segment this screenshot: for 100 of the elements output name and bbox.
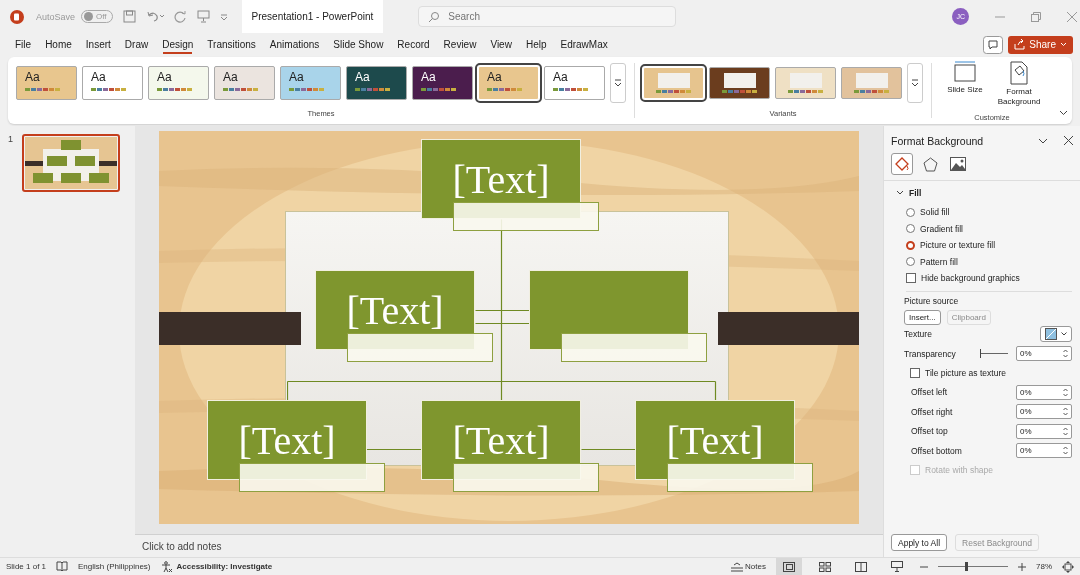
spinner-arrows-icon [1063,349,1068,359]
spin-field[interactable]: 0% [1016,346,1072,362]
slide-size-icon [953,61,977,83]
comment-icon[interactable] [983,35,1004,54]
ribbon-tab[interactable]: Slide Show [326,34,391,55]
notes-placeholder[interactable]: Click to add notes [142,540,222,552]
autosave-label: AutoSave [36,11,76,22]
notes-button[interactable]: Notes [731,561,766,572]
chevron-icon [896,190,904,196]
expand-gallery-icon [911,79,919,87]
save-icon[interactable] [122,10,136,23]
spin-field[interactable]: 0% [1016,423,1072,439]
slide-thumbnail[interactable] [22,134,120,192]
notes-icon [731,561,744,572]
spinner-arrows-icon [1063,407,1068,417]
variant-thumbnail[interactable] [841,67,902,99]
close-icon[interactable] [1064,136,1073,145]
expand-gallery-icon [614,79,622,87]
field-label: Picture source [904,295,960,306]
fit-slide-icon[interactable] [1062,560,1074,573]
ribbon-button[interactable]: Format Background [994,61,1044,107]
book-check-icon[interactable] [56,561,69,572]
grid-icon [819,561,831,572]
theme-thumbnail[interactable]: Aa [16,66,77,100]
view-button[interactable] [776,558,802,575]
option-label: Tile picture as texture [925,368,1006,378]
fill-section-header[interactable]: Fill [896,188,922,198]
theme-thumbnail[interactable]: Aa [478,66,539,100]
connector-line [364,448,422,450]
zoom-level[interactable]: 78% [1036,562,1052,571]
radio-button[interactable] [906,224,915,234]
more-button[interactable] [610,63,626,103]
accessibility-icon[interactable] [160,560,173,573]
paint-bucket-icon [894,156,910,172]
pane-tab[interactable] [891,153,913,175]
zoom-in-button[interactable] [1018,562,1026,571]
texture-dropdown[interactable] [1040,326,1072,343]
theme-thumbnail[interactable]: Aa [82,66,143,100]
insert-button[interactable]: Insert... [904,309,941,325]
ribbon-tab[interactable]: Help [518,34,554,55]
ribbon-tab[interactable]: Review [436,34,484,55]
collapse-icon[interactable] [1059,110,1068,116]
more-button[interactable] [907,63,923,103]
slide-number: 1 [8,134,13,146]
variant-thumbnail[interactable] [709,67,770,99]
undo-icon[interactable] [145,10,164,23]
spinner-arrows-icon [1063,387,1068,397]
spinner-arrows-icon [1063,446,1068,456]
theme-thumbnail[interactable]: Aa [346,66,407,100]
theme-thumbnail[interactable]: Aa [214,66,275,100]
language-label[interactable]: English (Philippines) [78,562,151,571]
radio-button[interactable] [906,207,915,217]
theme-thumbnail[interactable]: Aa [544,66,605,100]
option-label: Hide background graphics [921,273,1020,284]
ribbon-tab[interactable]: Record [390,34,437,55]
search-field[interactable]: Search [418,6,677,27]
field-label: Transparency [904,348,957,359]
variant-thumbnail[interactable] [775,67,836,99]
caret-icon [1060,42,1067,47]
ribbon-tab[interactable]: Home [38,34,79,55]
texture-icon [1045,328,1057,341]
radio-button[interactable] [906,240,915,250]
pane-title: Format Background [891,134,985,147]
theme-thumbnail[interactable]: Aa [412,66,473,100]
ribbon-tab[interactable]: View [483,34,519,55]
spinner-arrows-icon [1063,426,1068,436]
accessibility-status[interactable]: Accessibility: Investigate [176,562,273,571]
option-label: Pattern fill [920,256,958,267]
format-background-icon [1008,61,1030,85]
apply-to-all-button[interactable]: Apply to All [891,534,948,551]
field-label: Offset left [911,387,949,398]
ribbon-tab[interactable]: File [8,34,39,55]
theme-thumbnail[interactable]: Aa [280,66,341,100]
option-label: Solid fill [920,207,950,218]
checkbox[interactable] [910,368,920,378]
checkbox[interactable] [906,273,916,284]
ribbon-tab[interactable]: Animations [262,34,327,55]
chevron-icon[interactable] [1038,137,1048,144]
theme-thumbnail[interactable]: Aa [148,66,209,100]
spin-field[interactable]: 0% [1016,384,1072,400]
option-label: Gradient fill [920,223,963,234]
redo-icon[interactable] [173,10,187,23]
zoom-slider-thumb[interactable] [964,562,968,571]
ribbon-tab[interactable]: Insert [78,34,118,55]
option-label: Picture or texture fill [920,240,996,251]
caret-icon[interactable] [219,12,228,21]
ribbon-tab[interactable]: Design [155,34,201,55]
restore-icon[interactable] [1031,11,1042,22]
share-button[interactable]: Share [1008,35,1073,54]
ribbon-tab[interactable]: Draw [117,34,156,55]
ribbon-tab[interactable]: Transitions [200,34,263,55]
presenter-icon [891,561,903,572]
radio-button[interactable] [906,257,915,267]
spin-field[interactable]: 0% [1016,404,1072,420]
field-label: Offset right [911,406,954,417]
search-icon [428,11,441,23]
field-label: Texture [904,329,933,340]
ribbon-tab[interactable]: EdrawMax [553,34,615,55]
spin-field[interactable]: 0% [1016,443,1072,459]
ribbon-button[interactable]: Slide Size [940,61,990,95]
